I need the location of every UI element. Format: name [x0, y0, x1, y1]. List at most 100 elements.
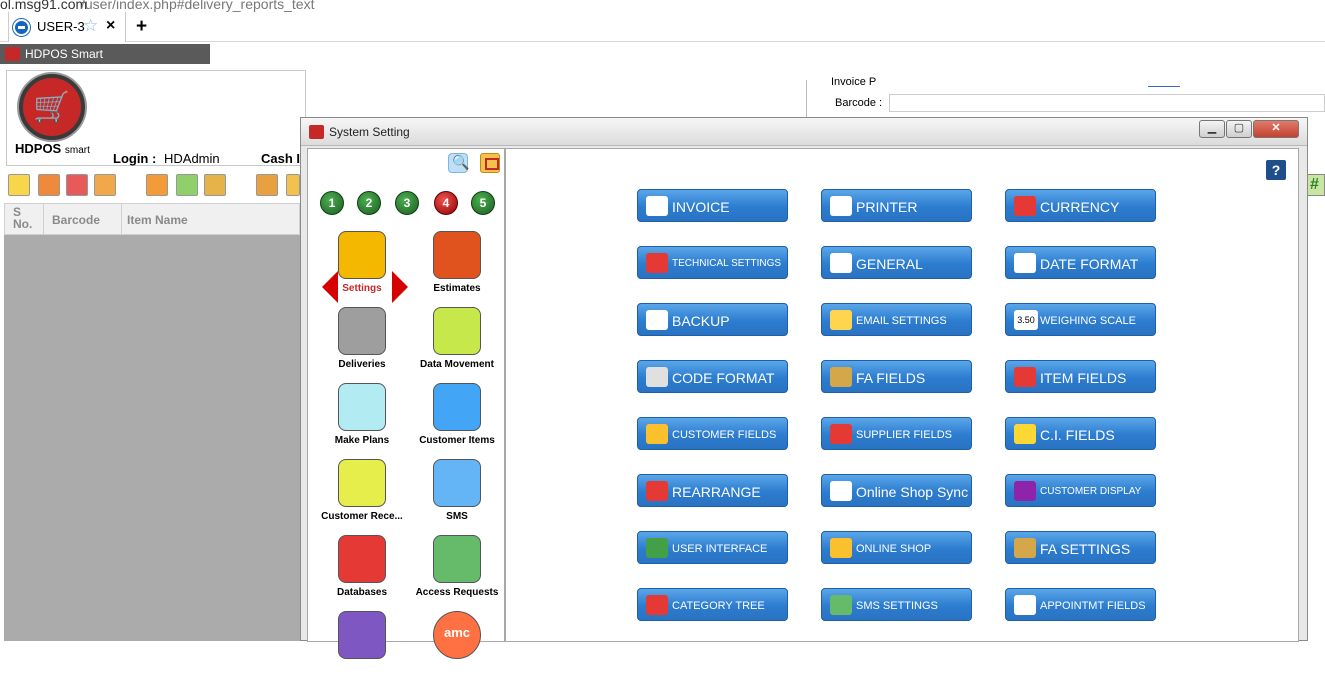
search-icon: 🔍 [452, 154, 470, 170]
toolbar-grid-icon[interactable] [38, 174, 60, 196]
toolbar-items-icon[interactable] [204, 174, 226, 196]
code-format-button[interactable]: CODE FORMAT [637, 360, 788, 393]
general-button[interactable]: GENERAL [821, 246, 972, 279]
category-tree-icon [646, 595, 668, 615]
sms-settings-icon [830, 595, 852, 615]
cart-icon [5, 47, 20, 61]
module-customer-items[interactable]: Customer Items [409, 383, 505, 459]
maximize-button[interactable]: ▢ [1226, 120, 1252, 138]
data-movement-icon [433, 307, 481, 355]
login-value: HDAdmin [164, 151, 220, 166]
c-i-fields-button[interactable]: C.I. FIELDS [1005, 417, 1156, 450]
column-barcode[interactable]: Barcode [52, 213, 100, 227]
user-interface-button[interactable]: USER INTERFACE [637, 531, 788, 564]
page-1-button[interactable]: 1 [320, 191, 344, 215]
close-button[interactable]: ✕ [1253, 120, 1299, 138]
page-4-button[interactable]: 4 [434, 191, 458, 215]
module-data-movement[interactable]: Data Movement [409, 307, 505, 383]
module-estimates[interactable]: Estimates [409, 231, 505, 307]
button-label: INVOICE [672, 199, 730, 215]
online-shop-synch-icon [830, 481, 852, 501]
module-make-plans[interactable]: Make Plans [314, 383, 410, 459]
category-tree-button[interactable]: CATEGORY TREE [637, 588, 788, 621]
settings-content: ? INVOICE PRINTER CURRENCY TECHNICAL SETTIN… [505, 148, 1299, 642]
printer-icon [830, 196, 852, 216]
module-settings[interactable]: Settings [314, 231, 410, 307]
button-label: FA SETTINGS [1040, 541, 1131, 557]
customer-display-button[interactable]: CUSTOMER DISPLAY [1005, 474, 1156, 507]
email-settings-button[interactable]: EMAIL SETTINGS [821, 303, 972, 336]
module-sms[interactable]: SMS [409, 459, 505, 535]
toolbar-edit-icon[interactable] [146, 174, 168, 196]
new-tab-button[interactable]: + [136, 16, 147, 38]
currency-button[interactable]: CURRENCY [1005, 189, 1156, 222]
module-label: SMS [446, 511, 468, 522]
estimates-icon [433, 231, 481, 279]
currency-icon [1014, 196, 1036, 216]
toolbar-more-icon[interactable] [286, 174, 300, 196]
column-item-name[interactable]: Item Name [127, 213, 188, 227]
button-label: USER INTERFACE [672, 543, 768, 555]
weighing-scale-button[interactable]: 3.50 WEIGHING SCALE [1005, 303, 1156, 336]
customer-fields-icon [646, 424, 668, 444]
module-customer-rece[interactable]: Customer Rece... [314, 459, 410, 535]
help-button[interactable]: ? [1266, 160, 1286, 180]
barcode-label: Barcode : [835, 97, 883, 109]
module-databases[interactable]: Databases [314, 535, 410, 611]
page-2-button[interactable]: 2 [357, 191, 381, 215]
invoice-link[interactable] [1148, 86, 1180, 87]
appointmt-fields-button[interactable]: APPOINTMT FIELDS [1005, 588, 1156, 621]
minimize-button[interactable]: ▁ [1199, 120, 1225, 138]
item-fields-button[interactable]: ITEM FIELDS [1005, 360, 1156, 393]
backup-button[interactable]: BACKUP [637, 303, 788, 336]
module-label: Access Requests [415, 587, 499, 598]
module-label: Customer Rece... [321, 511, 403, 522]
module-deliveries[interactable]: Deliveries [314, 307, 410, 383]
close-tab-button[interactable]: × [106, 17, 115, 35]
page-3-button[interactable]: 3 [395, 191, 419, 215]
module-access-requests[interactable]: Access Requests [409, 535, 505, 611]
sms-icon [433, 459, 481, 507]
rearrange-button[interactable]: REARRANGE [637, 474, 788, 507]
toolbar-cart-icon[interactable] [176, 174, 198, 196]
globe-icon [830, 538, 852, 558]
toolbar-stock-icon[interactable] [256, 174, 278, 196]
toolbar-network-icon[interactable] [8, 174, 30, 196]
online-shop-synch-button[interactable]: Online Shop Synch [821, 474, 972, 507]
column-sno[interactable]: S No. [13, 206, 39, 230]
customer-fields-button[interactable]: CUSTOMER FIELDS [637, 417, 788, 450]
items-grid-header: S No. Barcode Item Name [4, 203, 300, 235]
page-5-button[interactable]: 5 [471, 191, 495, 215]
customer-display-icon [1014, 481, 1036, 501]
logo-suffix: smart [64, 145, 90, 156]
sms-settings-button[interactable]: SMS SETTINGS [821, 588, 972, 621]
main-window-titlebar: HDPOS Smart [0, 44, 210, 64]
fa-settings-button[interactable]: FA SETTINGS [1005, 531, 1156, 564]
logo-icon: 🛒 [19, 74, 85, 140]
invoice-button[interactable]: INVOICE [637, 189, 788, 222]
add-item-button[interactable]: # [1306, 174, 1325, 196]
online-shop-button[interactable]: ONLINE SHOP [821, 531, 972, 564]
windows-button[interactable] [480, 153, 500, 173]
button-label: CUSTOMER FIELDS [672, 429, 777, 441]
toolbar-report-icon[interactable] [66, 174, 88, 196]
search-button[interactable]: 🔍 [448, 153, 470, 173]
printer-button[interactable]: PRINTER [821, 189, 972, 222]
button-label: DATE FORMAT [1040, 256, 1139, 272]
technical-settings-button[interactable]: TECHNICAL SETTINGS [637, 246, 788, 279]
toolbar-export-icon[interactable] [94, 174, 116, 196]
system-setting-titlebar[interactable]: System Setting ▁ ▢ ✕ [301, 118, 1307, 146]
date-format-button[interactable]: DATE FORMAT [1005, 246, 1156, 279]
button-label: WEIGHING SCALE [1040, 315, 1136, 327]
barcode-input[interactable] [889, 94, 1325, 112]
supplier-fields-button[interactable]: SUPPLIER FIELDS [821, 417, 972, 450]
items-grid-body[interactable] [4, 235, 300, 641]
fa-fields-button[interactable]: FA FIELDS [821, 360, 972, 393]
module-clock[interactable] [314, 611, 410, 687]
plus-icon: # [1310, 176, 1319, 193]
tab-user-3[interactable]: USER-3 ☆ × [8, 12, 126, 42]
star-icon[interactable]: ☆ [83, 16, 98, 36]
module-amc[interactable]: amc [409, 611, 505, 687]
button-label: CUSTOMER DISPLAY [1040, 486, 1142, 497]
address-bar[interactable]: ol.msg91.com /user/index.php#delivery_re… [0, 0, 1325, 12]
